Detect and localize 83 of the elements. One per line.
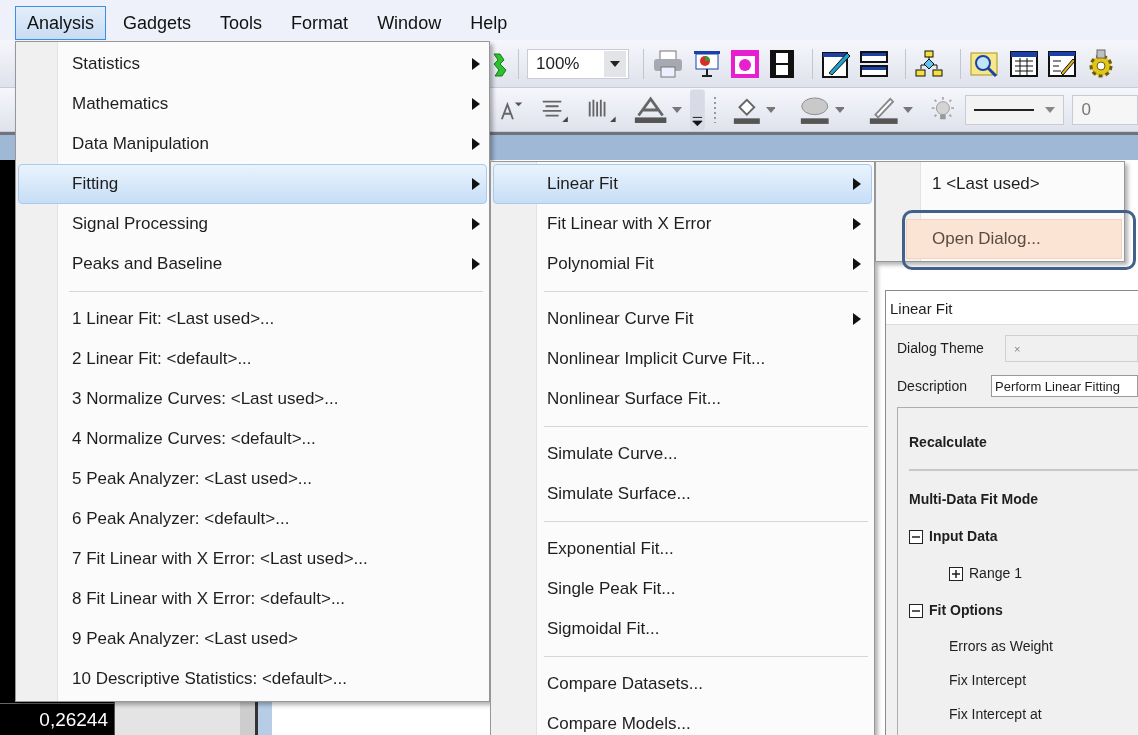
- menu-item[interactable]: Fit Linear with X Error: [493, 204, 872, 244]
- recalculate-label: Recalculate: [909, 433, 987, 452]
- menu-item[interactable]: 9 Peak Analyzer: <Last used>: [18, 619, 487, 659]
- hierarchy-icon[interactable]: [914, 48, 944, 79]
- caret-icon[interactable]: [903, 106, 913, 113]
- zoom-value: 100%: [536, 52, 580, 75]
- menu-item[interactable]: Polynomial Fit: [493, 244, 872, 284]
- option-label: Errors as Weight: [949, 636, 1053, 656]
- menu-item[interactable]: Mathematics: [18, 84, 487, 124]
- window-icon[interactable]: [730, 48, 760, 79]
- split-rows-icon[interactable]: [859, 48, 889, 79]
- caret-icon[interactable]: [672, 106, 682, 113]
- submenu-arrow-icon: [472, 258, 480, 270]
- submenu-arrow-icon: [472, 58, 480, 70]
- submenu-arrow-icon: [472, 98, 480, 110]
- field-label: Description: [897, 376, 969, 396]
- printer-icon[interactable]: [652, 48, 684, 79]
- font-color-icon[interactable]: [633, 95, 669, 124]
- menu-item[interactable]: Compare Datasets...: [493, 664, 872, 704]
- caret-icon[interactable]: [834, 106, 844, 113]
- menu-item[interactable]: 8 Fit Linear with X Error: <default>...: [18, 579, 487, 619]
- option-label: Fix Intercept at: [949, 704, 1042, 724]
- submenu-arrow-icon: [853, 178, 861, 190]
- palette-icon[interactable]: [799, 94, 831, 125]
- collapse-icon[interactable]: [909, 603, 923, 618]
- menu-item[interactable]: Nonlinear Curve Fit: [493, 299, 872, 339]
- menu-item[interactable]: 7 Fit Linear with X Error: <Last used>...: [18, 539, 487, 579]
- menu-item[interactable]: 1 Linear Fit: <Last used>...: [18, 299, 487, 339]
- line-style-combo[interactable]: [964, 94, 1065, 125]
- description-field[interactable]: Perform Linear Fitting: [991, 375, 1138, 397]
- menu-item[interactable]: 2 Linear Fit: <default>...: [18, 339, 487, 379]
- menu-item[interactable]: Fitting: [18, 164, 487, 204]
- menu-item[interactable]: Data Manipulation: [18, 124, 487, 164]
- menu-item[interactable]: 5 Peak Analyzer: <Last used>...: [18, 459, 487, 499]
- menu-item[interactable]: 10 Descriptive Statistics: <default>...: [18, 659, 487, 699]
- menu-item[interactable]: Compare Models...: [493, 704, 872, 735]
- menu-item[interactable]: Sigmoidal Fit...: [493, 609, 872, 649]
- collapse-icon[interactable]: [909, 529, 923, 544]
- menu-item[interactable]: Peaks and Baseline: [18, 244, 487, 284]
- zoom-combo[interactable]: 100%: [527, 48, 629, 79]
- submenu-arrow-icon: [472, 218, 480, 230]
- expand-icon[interactable]: [949, 566, 963, 581]
- menu-item[interactable]: 4 Normalize Curves: <default>...: [18, 419, 487, 459]
- mode-label: Multi-Data Fit Mode: [909, 490, 1039, 509]
- menu-bar-item[interactable]: Window: [365, 6, 454, 40]
- submenu-arrow-icon: [853, 218, 861, 230]
- menu-bar-item[interactable]: Tools: [208, 6, 275, 40]
- form-edit-icon[interactable]: [1047, 48, 1077, 79]
- dialog-title: Linear Fit: [886, 291, 1138, 325]
- menu-bar-item[interactable]: Help: [458, 6, 520, 40]
- menu-bar-item[interactable]: Format: [279, 6, 361, 40]
- caret-icon[interactable]: [765, 106, 776, 113]
- menu-item[interactable]: 6 Peak Analyzer: <default>...: [18, 499, 487, 539]
- submenu-arrow-icon: [472, 178, 480, 190]
- menu-item[interactable]: Statistics: [18, 44, 487, 84]
- menu-item[interactable]: Simulate Surface...: [493, 474, 872, 514]
- menu-item[interactable]: Signal Processing: [18, 204, 487, 244]
- menu-item[interactable]: 3 Normalize Curves: <Last used>...: [18, 379, 487, 419]
- menu-item[interactable]: Open Dialog...: [906, 219, 1122, 259]
- submenu-arrow-icon: [853, 258, 861, 270]
- menu-item[interactable]: 1 <Last used>: [878, 164, 1122, 204]
- submenu-arrow-icon: [853, 313, 861, 325]
- field-label: Dialog Theme: [897, 339, 985, 358]
- menu-item[interactable]: Exponential Fit...: [493, 529, 872, 569]
- line-width-field[interactable]: 0: [1072, 94, 1138, 125]
- presentation-icon[interactable]: [692, 48, 722, 79]
- menu-item[interactable]: Simulate Curve...: [493, 434, 872, 474]
- menu-bar-item[interactable]: Gadgets: [111, 6, 204, 40]
- tree-node[interactable]: Input Data: [929, 526, 998, 547]
- menu-item[interactable]: Nonlinear Implicit Curve Fit...: [493, 339, 872, 379]
- caret-icon: [1045, 106, 1056, 113]
- option-label: Fix Intercept: [949, 670, 1027, 690]
- menu-bar-item[interactable]: Analysis: [15, 6, 107, 40]
- menu-item[interactable]: Nonlinear Surface Fit...: [493, 379, 872, 419]
- grip-icon: [712, 96, 717, 123]
- caret-icon: [610, 60, 620, 67]
- tree-node[interactable]: Fit Options: [929, 600, 1003, 621]
- table-icon[interactable]: [1009, 48, 1039, 79]
- menu-item[interactable]: Linear Fit: [493, 164, 872, 204]
- overflow-icon[interactable]: [689, 87, 705, 132]
- submenu-arrow-icon: [472, 138, 480, 150]
- tree-node[interactable]: Range 1: [969, 563, 1022, 584]
- menu-item[interactable]: Single Peak Fit...: [493, 569, 872, 609]
